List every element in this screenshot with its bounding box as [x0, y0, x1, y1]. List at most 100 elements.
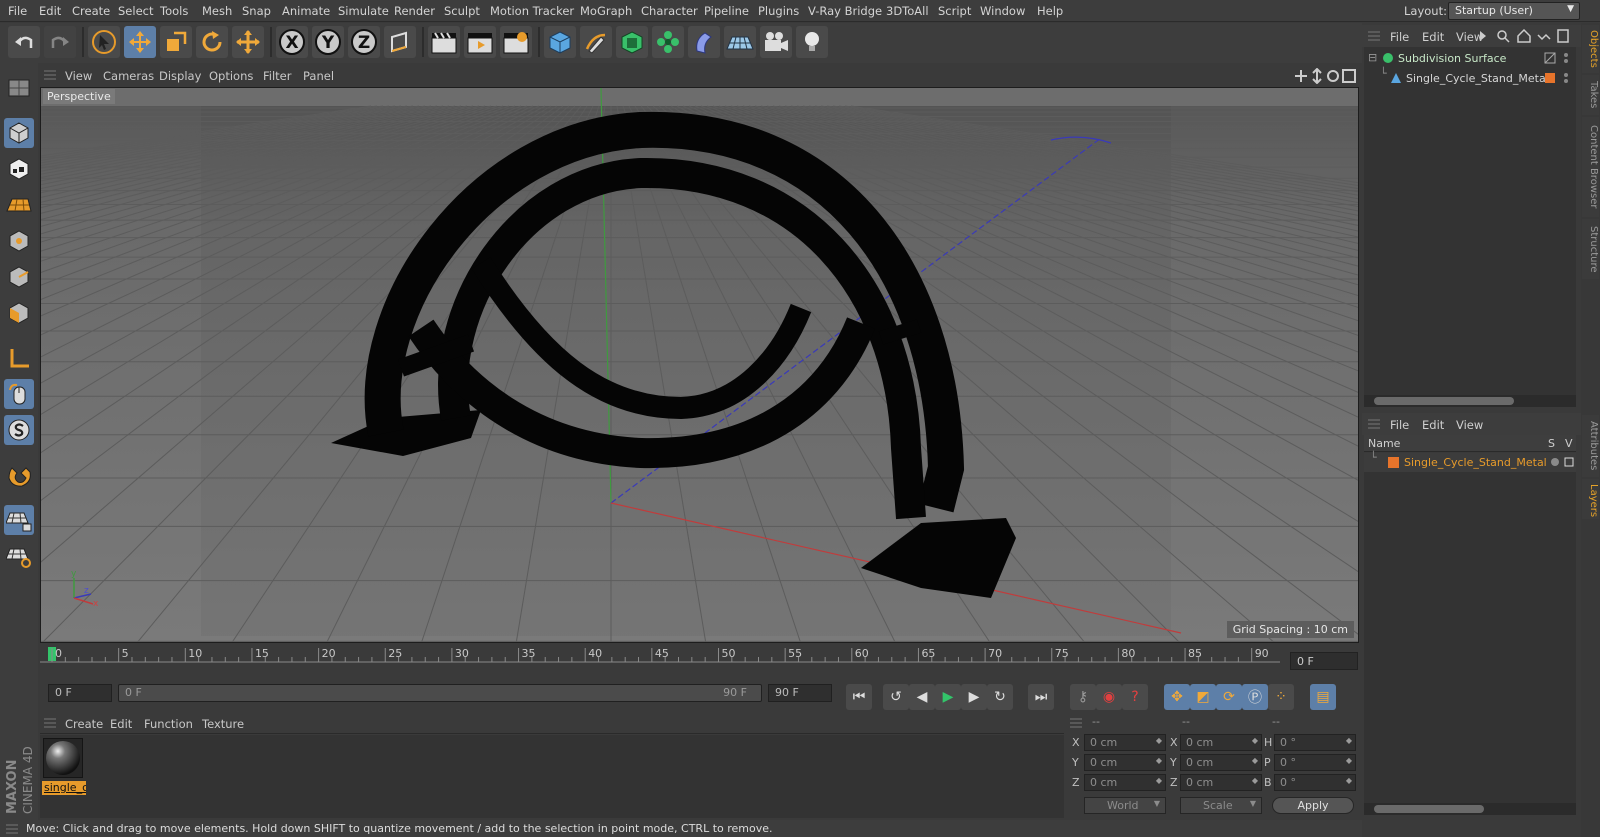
object-name[interactable]: Single_Cycle_Stand_Metal [1406, 72, 1549, 85]
timeline-ticks[interactable]: 0 5 10 15 20 25 30 35 40 45 50 55 60 65 70 75 80 85 90 [40, 645, 1280, 681]
play-button[interactable]: ▶ [935, 684, 961, 710]
menu-simulate[interactable]: Simulate [338, 4, 389, 18]
keyframe-selection-button[interactable]: ? [1122, 684, 1148, 710]
apply-button[interactable]: Apply [1272, 797, 1354, 814]
size-mode-select[interactable]: Scale ▼ [1180, 797, 1262, 814]
next-frame-button[interactable]: ▶ [961, 684, 987, 710]
rotate-tool-button[interactable] [196, 26, 228, 58]
object-row-subdivision-surface[interactable]: ⊟ Subdivision Surface [1364, 49, 1576, 68]
material-menu-edit[interactable]: Edit [110, 717, 132, 731]
menu-file[interactable]: File [8, 4, 27, 18]
key-parameter-button[interactable]: Ⓟ [1242, 684, 1268, 710]
cube-primitive-button[interactable] [544, 26, 576, 58]
key-position-button[interactable]: ✥ [1164, 684, 1190, 710]
menu-pipeline[interactable]: Pipeline [704, 4, 749, 18]
key-rotation-button[interactable]: ⟳ [1216, 684, 1242, 710]
tab-objects[interactable]: Objects [1582, 25, 1599, 73]
scrollbar-thumb[interactable] [1374, 805, 1484, 813]
layers-col-solo[interactable]: S [1548, 437, 1555, 450]
transform-tool-button[interactable] [232, 26, 264, 58]
axis-mode-button[interactable] [4, 343, 34, 373]
layer-color-swatch[interactable] [1388, 457, 1399, 468]
y-axis-lock-button[interactable]: Y [312, 26, 344, 58]
layers-menu-view[interactable]: View [1456, 418, 1483, 432]
scrollbar-thumb[interactable] [1374, 397, 1514, 405]
tab-attributes[interactable]: Attributes [1582, 415, 1599, 477]
layers-col-name[interactable]: Name [1368, 437, 1400, 450]
menu-create[interactable]: Create [72, 4, 110, 18]
model-mode-button[interactable] [4, 118, 34, 148]
camera-object-button[interactable] [760, 26, 792, 58]
rot-h-field[interactable]: 0 ° ◆ [1274, 734, 1356, 751]
locked-workplane-button[interactable] [4, 505, 34, 535]
render-settings-button[interactable] [500, 26, 532, 58]
subdivision-surface-button[interactable] [616, 26, 648, 58]
next-key-button[interactable]: ↻ [987, 684, 1013, 710]
previous-key-button[interactable]: ↺ [883, 684, 909, 710]
objects-menu-file[interactable]: File [1390, 30, 1409, 44]
layers-menu-edit[interactable]: Edit [1422, 418, 1444, 432]
menu-animate[interactable]: Animate [282, 4, 330, 18]
tab-structure[interactable]: Structure [1582, 219, 1599, 279]
viewport-menu-display[interactable]: Display [159, 69, 201, 83]
menu-3dtoall[interactable]: 3DToAll [886, 4, 929, 18]
go-to-start-button[interactable]: ⏮ [846, 684, 872, 710]
soft-selection-button[interactable] [4, 415, 34, 445]
current-frame-field[interactable]: 0 F [1290, 652, 1358, 670]
menu-window[interactable]: Window [980, 4, 1025, 18]
camera-label[interactable]: Perspective [43, 89, 115, 104]
cloner-button[interactable] [652, 26, 684, 58]
workplane-mode-button[interactable] [4, 190, 34, 220]
tweak-mode-button[interactable] [4, 379, 34, 409]
menu-tools[interactable]: Tools [160, 4, 188, 18]
objects-menu-edit[interactable]: Edit [1422, 30, 1444, 44]
timeline-window-button[interactable]: ▤ [1310, 684, 1336, 710]
menu-sculpt[interactable]: Sculpt [444, 4, 480, 18]
render-to-picture-viewer-button[interactable] [464, 26, 496, 58]
layer-list[interactable]: └ Single_Cycle_Stand_Metal [1364, 451, 1576, 813]
menu-motion-tracker[interactable]: Motion Tracker [490, 4, 574, 18]
key-scale-button[interactable]: ◩ [1190, 684, 1216, 710]
material-menu-function[interactable]: Function [144, 717, 193, 731]
z-axis-lock-button[interactable]: Z [348, 26, 380, 58]
deformer-button[interactable] [688, 26, 720, 58]
menu-mesh[interactable]: Mesh [202, 4, 232, 18]
live-selection-button[interactable] [88, 26, 120, 58]
floor-object-button[interactable] [724, 26, 756, 58]
polygons-mode-button[interactable] [4, 298, 34, 328]
size-z-field[interactable]: 0 cm ◆ [1180, 774, 1262, 791]
material-name-label[interactable]: single_c [42, 781, 86, 795]
edges-mode-button[interactable] [4, 262, 34, 292]
menu-vray-bridge[interactable]: V-Ray Bridge [808, 4, 882, 18]
3d-viewport[interactable]: y z x Perspective Grid Spacing : 10 cm [40, 87, 1359, 643]
x-axis-lock-button[interactable]: X [276, 26, 308, 58]
layers-col-visible[interactable]: V [1565, 437, 1573, 450]
layer-name[interactable]: Single_Cycle_Stand_Metal [1404, 456, 1547, 469]
tab-content-browser[interactable]: Content Browser [1582, 117, 1599, 217]
coordinate-system-button[interactable] [384, 26, 416, 58]
objects-horizontal-scrollbar[interactable] [1364, 395, 1576, 407]
texture-mode-button[interactable] [4, 154, 34, 184]
previous-frame-button[interactable]: ◀ [909, 684, 935, 710]
material-menu-create[interactable]: Create [65, 717, 103, 731]
viewport-menu-panel[interactable]: Panel [303, 69, 334, 83]
layers-menu-file[interactable]: File [1390, 418, 1409, 432]
objects-toolbar-icons[interactable] [1480, 29, 1576, 43]
menu-plugins[interactable]: Plugins [758, 4, 799, 18]
size-y-field[interactable]: 0 cm ◆ [1180, 754, 1262, 771]
record-key-button[interactable]: ⚷ [1070, 684, 1096, 710]
layer-row[interactable]: └ Single_Cycle_Stand_Metal [1364, 451, 1576, 472]
object-name[interactable]: Subdivision Surface [1398, 52, 1506, 65]
rot-p-field[interactable]: 0 ° ◆ [1274, 754, 1356, 771]
layout-select[interactable]: Startup (User) ▼ [1448, 2, 1580, 20]
move-tool-button[interactable] [124, 26, 156, 58]
layers-horizontal-scrollbar[interactable] [1364, 803, 1576, 815]
material-list[interactable]: single_c [40, 735, 1064, 818]
timeline-ruler[interactable]: 0 5 10 15 20 25 30 35 40 45 50 55 60 65 70 75 80 85 90 [40, 645, 1359, 681]
make-editable-button[interactable] [4, 73, 34, 103]
redo-button[interactable] [44, 26, 76, 58]
menu-mograph[interactable]: MoGraph [580, 4, 632, 18]
pos-y-field[interactable]: 0 cm ◆ [1084, 754, 1166, 771]
pen-spline-button[interactable] [580, 26, 612, 58]
object-manager-list[interactable]: ⊟ Subdivision Surface └ Single_Cycle_Sta… [1364, 47, 1576, 402]
